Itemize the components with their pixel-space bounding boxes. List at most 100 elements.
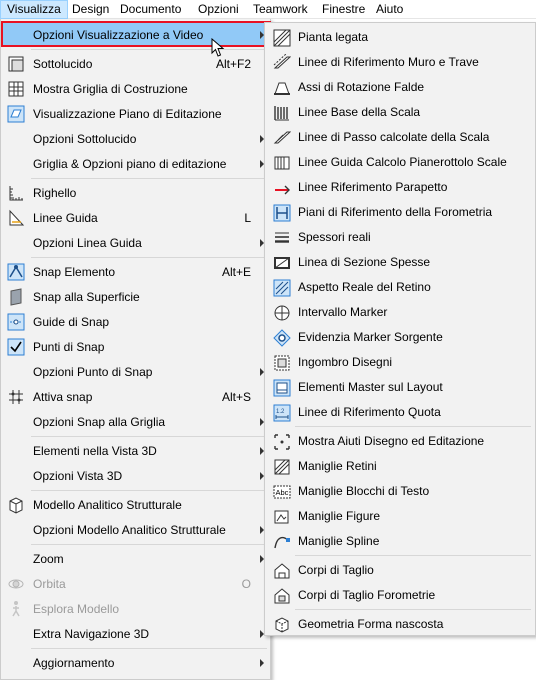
separator — [31, 178, 267, 179]
submenu-item-geometria-forma[interactable]: Geometria Forma nascosta — [267, 612, 535, 637]
submenu-item-assi-rotazione[interactable]: Assi di Rotazione Falde — [267, 75, 535, 100]
shortcut-label: L — [244, 211, 251, 225]
menu-item-opzioni-linea-guida[interactable]: Opzioni Linea Guida — [3, 231, 269, 255]
menu-item-label: Snap alla Superficie — [33, 290, 140, 304]
menu-design[interactable]: Design — [66, 0, 115, 19]
menu-item-label: Opzioni Snap alla Griglia — [33, 415, 166, 429]
submenu-item-corpi-taglio[interactable]: Corpi di Taglio — [267, 558, 535, 583]
menu-item-extra-navigazione[interactable]: Extra Navigazione 3D — [3, 622, 269, 646]
cutting-bodies-icon — [273, 562, 291, 580]
submenu-item-mostra-aiuti[interactable]: Mostra Aiuti Disegno ed Editazione — [267, 429, 535, 454]
menu-item-opzioni-snap-griglia[interactable]: Opzioni Snap alla Griglia — [3, 410, 269, 434]
submenu-item-linee-rif-muro[interactable]: Linee di Riferimento Muro e Trave — [267, 50, 535, 75]
submenu-item-ingombro-disegni[interactable]: Ingombro Disegni — [267, 350, 535, 375]
menu-item-label: Attiva snap — [33, 390, 93, 404]
menu-aiuto[interactable]: Aiuto — [370, 0, 409, 19]
menu-item-sottolucido[interactable]: Sottolucido Alt+F2 — [3, 52, 269, 76]
menu-item-opzioni-visualizzazione-video[interactable]: Opzioni Visualizzazione a Video — [2, 22, 270, 46]
submenu-item-pianta-legata[interactable]: Pianta legata — [267, 25, 535, 50]
landing-guide-icon — [273, 154, 291, 172]
menu-item-opzioni-modello-analitico[interactable]: Opzioni Modello Analitico Strutturale — [3, 518, 269, 542]
submenu-item-linee-guida-pianerottolo[interactable]: Linee Guida Calcolo Pianerottolo Scale — [267, 150, 535, 175]
menu-item-label: Opzioni Visualizzazione a Video — [33, 28, 204, 42]
menu-item-snap-superficie[interactable]: Snap alla Superficie — [3, 285, 269, 309]
submenu-item-maniglie-retini[interactable]: Maniglie Retini — [267, 454, 535, 479]
separator — [31, 544, 267, 545]
figure-handles-icon — [273, 508, 291, 526]
separator — [295, 609, 531, 610]
menu-item-punti-snap[interactable]: Punti di Snap — [3, 335, 269, 359]
menu-item-opzioni-punto-snap[interactable]: Opzioni Punto di Snap — [3, 360, 269, 384]
menu-item-mostra-griglia[interactable]: Mostra Griglia di Costruzione — [3, 77, 269, 101]
menu-teamwork[interactable]: Teamwork — [247, 0, 314, 19]
text-block-handles-icon: Abc — [273, 483, 291, 501]
menu-finestre[interactable]: Finestre — [316, 0, 371, 19]
menu-visualizza[interactable]: Visualizza — [0, 0, 68, 19]
menu-item-label: Geometria Forma nascosta — [298, 617, 444, 631]
menu-item-opzioni-vista-3d[interactable]: Opzioni Vista 3D — [3, 464, 269, 488]
menu-item-opzioni-sottolucido[interactable]: Opzioni Sottolucido — [3, 127, 269, 151]
menu-item-guide-snap[interactable]: Guide di Snap — [3, 310, 269, 334]
separator — [31, 490, 267, 491]
submenu-item-linee-rif-parapetto[interactable]: Linee Riferimento Parapetto — [267, 175, 535, 200]
submenu-item-intervallo-marker[interactable]: Intervallo Marker — [267, 300, 535, 325]
submenu-item-elementi-master[interactable]: Elementi Master sul Layout — [267, 375, 535, 400]
mouse-cursor-icon — [211, 38, 225, 58]
editing-aids-icon — [273, 433, 291, 451]
shortcut-label: Alt+S — [221, 390, 251, 404]
trace-plan-icon — [273, 29, 291, 47]
menu-item-modello-analitico[interactable]: Modello Analitico Strutturale — [3, 493, 269, 517]
submenu-item-linea-sezione-spesse[interactable]: Linea di Sezione Spesse — [267, 250, 535, 275]
submenu-item-spessori-reali[interactable]: Spessori reali — [267, 225, 535, 250]
menu-item-label: Extra Navigazione 3D — [33, 627, 150, 641]
submenu-item-linee-base-scala[interactable]: Linee Base della Scala — [267, 100, 535, 125]
hidden-geometry-icon — [273, 616, 291, 634]
submenu-arrow-icon — [260, 659, 264, 667]
menu-item-label: Visualizzazione Piano di Editazione — [33, 107, 222, 121]
editing-plane-icon — [7, 105, 25, 123]
menu-item-label: Mostra Griglia di Costruzione — [33, 82, 188, 96]
menu-item-label: Spessori reali — [298, 230, 371, 244]
menu-opzioni[interactable]: Opzioni — [192, 0, 245, 19]
submenu-item-evidenzia-marker[interactable]: Evidenzia Marker Sorgente — [267, 325, 535, 350]
menu-item-label: Griglia & Opzioni piano di editazione — [33, 157, 227, 171]
menu-item-label: Evidenzia Marker Sorgente — [298, 330, 443, 344]
menu-item-label: Righello — [33, 186, 77, 200]
menu-item-label: Linea di Sezione Spesse — [298, 255, 431, 269]
opening-cutting-bodies-icon — [273, 587, 291, 605]
submenu-item-maniglie-testo[interactable]: Abc Maniglie Blocchi di Testo — [267, 479, 535, 504]
vectorial-hatching-icon — [273, 279, 291, 297]
menu-item-visualizzazione-piano[interactable]: Visualizzazione Piano di Editazione — [3, 102, 269, 126]
opening-reference-icon — [273, 204, 291, 222]
menu-item-snap-elemento[interactable]: Snap Elemento Alt+E — [3, 260, 269, 284]
menu-item-label: Maniglie Spline — [298, 534, 380, 548]
submenu-item-piani-rif-forometria[interactable]: Piani di Riferimento della Forometria — [267, 200, 535, 225]
drawing-frames-icon — [273, 354, 291, 372]
menu-documento[interactable]: Documento — [114, 0, 187, 19]
separator — [31, 257, 267, 258]
orbit-icon — [7, 575, 25, 593]
submenu-item-corpi-taglio-forometrie[interactable]: Corpi di Taglio Forometrie — [267, 583, 535, 608]
menu-item-label: Punti di Snap — [33, 340, 105, 354]
menu-item-aggiornamento[interactable]: Aggiornamento — [3, 651, 269, 675]
source-marker-icon — [273, 329, 291, 347]
submenu-item-aspetto-reale-retino[interactable]: Aspetto Reale del Retino — [267, 275, 535, 300]
menu-item-righello[interactable]: Righello — [3, 181, 269, 205]
menu-item-attiva-snap[interactable]: Attiva snap Alt+S — [3, 385, 269, 409]
menu-item-label: Linee Riferimento Parapetto — [298, 180, 448, 194]
menu-item-linee-guida[interactable]: Linee Guida L — [3, 206, 269, 230]
ruler-icon — [7, 184, 25, 202]
menu-item-zoom[interactable]: Zoom — [3, 547, 269, 571]
snap-guides-icon — [7, 313, 25, 331]
menu-item-label: Linee Guida — [33, 211, 98, 225]
submenu-item-linee-passo[interactable]: Linee di Passo calcolate della Scala — [267, 125, 535, 150]
submenu-item-maniglie-figure[interactable]: Maniglie Figure — [267, 504, 535, 529]
menu-item-elementi-vista-3d[interactable]: Elementi nella Vista 3D — [3, 439, 269, 463]
submenu-item-linee-rif-quota[interactable]: 1.2 Linee di Riferimento Quota — [267, 400, 535, 425]
menu-item-label: Modello Analitico Strutturale — [33, 498, 182, 512]
menu-item-label: Pianta legata — [298, 30, 369, 44]
analytical-model-icon — [7, 496, 25, 514]
submenu-item-maniglie-spline[interactable]: Maniglie Spline — [267, 529, 535, 554]
menu-item-griglia-opzioni[interactable]: Griglia & Opzioni piano di editazione — [3, 152, 269, 176]
true-line-weight-icon — [273, 229, 291, 247]
